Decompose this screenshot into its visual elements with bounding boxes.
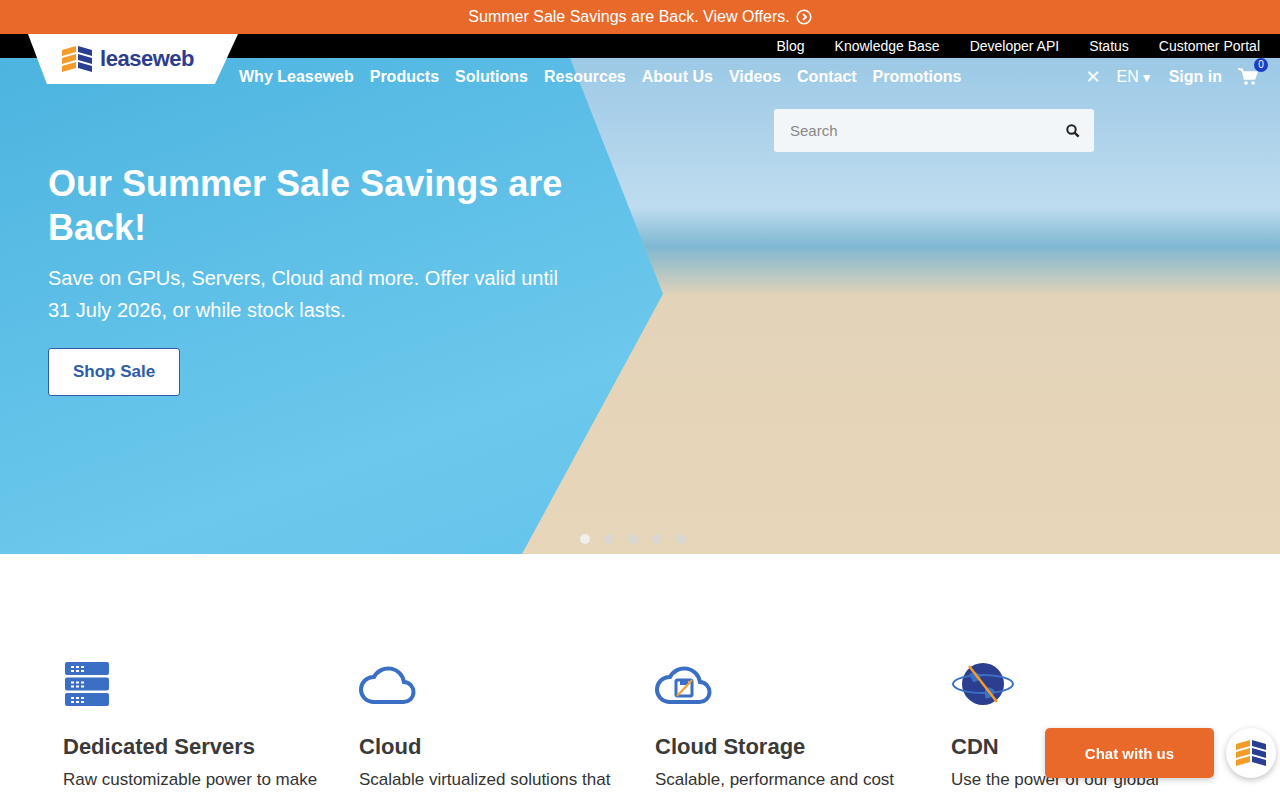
hero: Why Leaseweb Products Solutions Resources Ab… <box>0 58 1280 554</box>
leaseweb-logo-icon <box>1234 740 1268 766</box>
carousel-dot[interactable] <box>628 534 638 544</box>
cart-icon[interactable] <box>1238 68 1258 86</box>
close-icon[interactable]: ✕ <box>1085 66 1100 88</box>
carousel-dot[interactable] <box>604 534 614 544</box>
product-title[interactable]: Dedicated Servers <box>63 734 255 760</box>
cloud-storage-icon <box>655 660 713 708</box>
nav-item[interactable]: Contact <box>797 68 857 86</box>
nav-item[interactable]: Promotions <box>873 68 962 86</box>
hero-subtitle: Save on GPUs, Servers, Cloud and more. O… <box>48 262 568 326</box>
chat-widget: Chat with us <box>1045 728 1276 778</box>
nav-item[interactable]: Videos <box>729 68 781 86</box>
product-title[interactable]: CDN <box>951 734 999 760</box>
carousel-dot[interactable] <box>652 534 662 544</box>
nav-item[interactable]: Products <box>370 68 439 86</box>
product-card[interactable]: Cloud Scalable virtualized solutions that <box>359 660 655 792</box>
nav-item[interactable]: Resources <box>544 68 626 86</box>
shop-sale-button[interactable]: Shop Sale <box>48 348 180 396</box>
nav-item[interactable]: Solutions <box>455 68 528 86</box>
chat-avatar[interactable] <box>1226 728 1276 778</box>
product-description: Scalable virtualized solutions that <box>359 768 610 792</box>
hero-title: Our Summer Sale Savings are Back! <box>48 162 568 250</box>
arrow-circle-icon[interactable] <box>796 9 812 25</box>
cloud-icon <box>359 660 417 708</box>
nav-item[interactable]: About Us <box>642 68 713 86</box>
search-icon[interactable] <box>1066 124 1080 138</box>
product-title[interactable]: Cloud Storage <box>655 734 805 760</box>
promo-text[interactable]: Summer Sale Savings are Back. View Offer… <box>468 8 789 26</box>
product-card[interactable]: Dedicated Servers Raw customizable power … <box>63 660 359 792</box>
product-card[interactable]: Cloud Storage Scalable, performance and c… <box>655 660 951 792</box>
cart-button[interactable]: 0 <box>1238 68 1258 86</box>
top-link[interactable]: Developer API <box>970 38 1060 54</box>
promo-bar[interactable]: Summer Sale Savings are Back. View Offer… <box>0 0 1280 34</box>
carousel-dot[interactable] <box>676 534 686 544</box>
server-icon <box>63 660 111 708</box>
sign-in-link[interactable]: Sign in <box>1169 68 1222 86</box>
search-input[interactable] <box>788 121 1058 140</box>
top-link[interactable]: Customer Portal <box>1159 38 1260 54</box>
logo-icon[interactable] <box>60 46 94 72</box>
product-description: Raw customizable power to make <box>63 768 317 792</box>
top-link[interactable]: Status <box>1089 38 1129 54</box>
carousel-dot[interactable] <box>580 534 590 544</box>
search-field[interactable] <box>774 109 1094 152</box>
chat-button[interactable]: Chat with us <box>1045 728 1214 778</box>
page: Summer Sale Savings are Back. View Offer… <box>0 0 1280 792</box>
product-description: Scalable, performance and cost <box>655 768 894 792</box>
cart-count-badge: 0 <box>1254 58 1268 72</box>
top-link[interactable]: Blog <box>777 38 805 54</box>
nav-item[interactable]: Why Leaseweb <box>239 68 354 86</box>
language-select[interactable]: EN▼ <box>1117 68 1153 86</box>
globe-icon <box>951 660 1015 708</box>
logo[interactable]: leaseweb <box>28 34 238 84</box>
product-title[interactable]: Cloud <box>359 734 421 760</box>
top-link[interactable]: Knowledge Base <box>835 38 940 54</box>
carousel-dots <box>580 534 686 544</box>
